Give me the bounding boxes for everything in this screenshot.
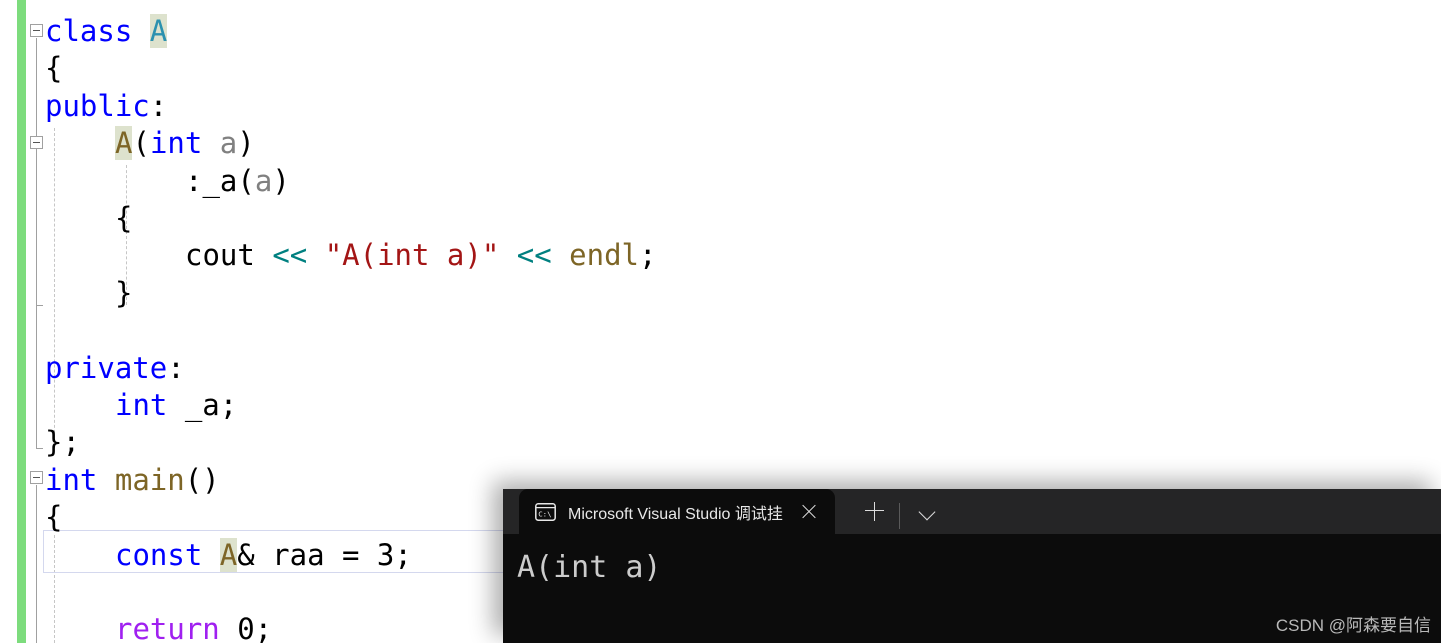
code-token: A — [115, 126, 133, 161]
close-icon[interactable] — [797, 500, 821, 524]
code-line[interactable]: class A — [45, 13, 168, 50]
code-line[interactable]: { — [115, 200, 132, 237]
code-token: { — [115, 201, 133, 235]
code-token: 0; — [219, 612, 273, 643]
svg-text:C:\: C:\ — [538, 509, 551, 518]
code-token: & raa = 3; — [237, 537, 412, 572]
code-token: return — [115, 612, 220, 643]
terminal-window[interactable]: C:\ Microsoft Visual Studio 调试挂 A(int a)… — [503, 489, 1441, 643]
code-line[interactable]: }; — [45, 424, 80, 461]
code-line[interactable]: int _a; — [115, 387, 237, 424]
code-token: "A(int a)" — [324, 238, 500, 273]
terminal-output-line: A(int a) — [517, 550, 662, 585]
code-line[interactable]: public: — [45, 88, 167, 125]
code-token: A — [219, 537, 238, 572]
terminal-tab-bar[interactable]: C:\ Microsoft Visual Studio 调试挂 — [503, 489, 1441, 534]
code-token: _a; — [167, 388, 238, 422]
code-token: { — [45, 51, 63, 86]
chevron-down-icon — [918, 503, 936, 521]
code-line[interactable]: cout << "A(int a)" << endl; — [185, 237, 656, 274]
code-token: endl — [569, 238, 640, 273]
collapse-toggle-main[interactable] — [30, 471, 43, 484]
code-token: a — [254, 163, 273, 198]
outline-rail-ctor-end — [36, 305, 43, 306]
code-line[interactable]: :_a(a) — [185, 163, 290, 200]
outline-rail-class-end — [36, 448, 43, 449]
code-token: ) — [237, 126, 255, 161]
code-line[interactable]: } — [115, 275, 132, 312]
code-token: private — [45, 350, 168, 385]
code-token: int — [115, 388, 168, 422]
code-line[interactable]: A(int a) — [115, 125, 255, 162]
terminal-tab[interactable]: C:\ Microsoft Visual Studio 调试挂 — [519, 489, 835, 534]
code-token: const — [115, 537, 203, 572]
code-token: class — [45, 14, 150, 48]
code-token: ( — [132, 126, 150, 161]
code-token: A — [149, 14, 168, 48]
code-token: main — [114, 462, 185, 497]
code-token: int — [45, 462, 98, 497]
toolbar-divider — [898, 503, 900, 529]
code-token: cout — [185, 238, 273, 273]
code-line[interactable]: { — [45, 50, 62, 87]
code-token: public — [45, 88, 150, 123]
screenshot-root: class A{public: A(int a):_a(a){cout << "A… — [0, 0, 1441, 643]
code-token: () — [184, 462, 220, 497]
tab-dropdown-button[interactable] — [908, 489, 948, 534]
indent-guide-level1-class — [54, 128, 55, 448]
code-token: }; — [45, 425, 80, 460]
code-token: } — [115, 275, 133, 310]
code-token: a — [219, 126, 238, 161]
collapse-toggle-class[interactable] — [30, 24, 43, 37]
outline-rail-ctor — [36, 150, 37, 305]
code-token: : — [167, 350, 185, 385]
change-tracking-bar — [17, 0, 26, 643]
terminal-tab-title: Microsoft Visual Studio 调试挂 — [568, 505, 783, 523]
command-prompt-icon: C:\ — [535, 502, 556, 521]
code-line[interactable]: { — [45, 499, 62, 536]
csdn-watermark: CSDN @阿森要自信 — [1275, 616, 1431, 635]
code-token: int — [149, 126, 203, 161]
code-line[interactable]: private: — [45, 350, 185, 387]
code-line[interactable]: const A& raa = 3; — [115, 537, 412, 574]
new-tab-button[interactable] — [857, 489, 891, 534]
code-line[interactable]: return 0; — [115, 611, 272, 643]
outline-rail-main — [36, 485, 37, 643]
code-token: ) — [272, 163, 290, 198]
code-token: : — [149, 88, 168, 123]
collapse-toggle-constructor[interactable] — [30, 136, 43, 149]
terminal-output-area[interactable]: A(int a) CSDN @阿森要自信 — [503, 534, 1441, 643]
code-token: ; — [639, 238, 657, 273]
code-token: << — [272, 238, 308, 273]
code-token: << — [516, 238, 552, 273]
code-line[interactable]: int main() — [45, 462, 220, 499]
code-token: { — [45, 500, 63, 535]
code-token: :_a( — [185, 163, 255, 198]
